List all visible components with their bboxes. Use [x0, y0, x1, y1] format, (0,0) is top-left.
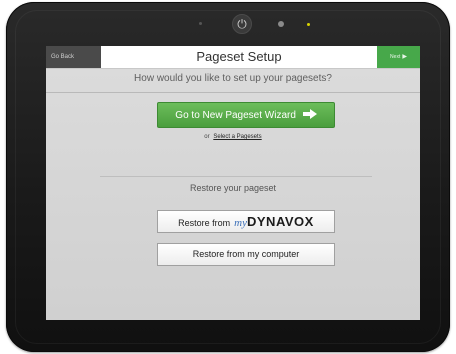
or-text: or: [204, 134, 210, 140]
next-button[interactable]: Next ▶: [377, 46, 420, 68]
divider: [46, 92, 420, 93]
status-led-icon: [307, 23, 310, 26]
restore-prefix: Restore from: [178, 218, 231, 228]
page-title: Pageset Setup: [196, 49, 282, 64]
select-pageset-line: or Select a Pagesets: [46, 134, 420, 140]
indicator-led-icon: [199, 22, 202, 25]
power-icon: ⏻: [232, 14, 252, 34]
brand-dynavox: DYNAVOX: [247, 214, 314, 229]
new-pageset-wizard-button[interactable]: Go to New Pageset Wizard: [157, 102, 335, 128]
restore-heading: Restore your pageset: [189, 183, 277, 193]
tablet-device: ⏻ Go Back Pageset Setup Next ▶ How would …: [6, 2, 450, 352]
setup-question: How would you like to set up your pagese…: [134, 73, 332, 84]
chevron-right-icon: ▶: [402, 54, 407, 60]
next-label: Next: [390, 54, 401, 60]
divider: [100, 176, 372, 177]
select-pageset-link[interactable]: Select a Pagesets: [213, 134, 261, 140]
wizard-button-label: Go to New Pageset Wizard: [175, 110, 296, 121]
sensor-icon: [278, 21, 284, 27]
restore-from-dynavox-button[interactable]: Restore from myDYNAVOX: [157, 210, 335, 233]
back-button[interactable]: Go Back: [46, 46, 101, 68]
restore-from-computer-button[interactable]: Restore from my computer: [157, 243, 335, 266]
arrow-right-icon: [302, 109, 317, 120]
header-bar: Go Back Pageset Setup Next ▶: [46, 46, 420, 69]
app-screen: Go Back Pageset Setup Next ▶ How would yo…: [46, 46, 420, 320]
brand-my: my: [234, 217, 247, 229]
